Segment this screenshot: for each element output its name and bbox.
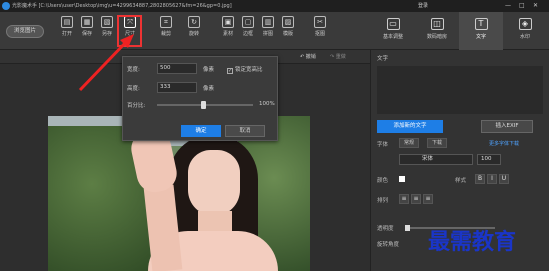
font-select[interactable]: 宋体	[399, 154, 473, 165]
title-bar: 光影魔术手 [C:\Users\user\Desktop\img\u=42996…	[0, 0, 549, 12]
align-left-icon[interactable]: ≡	[399, 194, 409, 204]
crop-button[interactable]: ⌗ 裁剪	[157, 16, 175, 37]
save-icon: ▦	[81, 16, 93, 28]
tab-basic-adjust-label: 基本调整	[382, 34, 403, 40]
opacity-slider-knob[interactable]	[405, 225, 410, 231]
undo-button[interactable]: ↶ 撤销	[300, 53, 316, 60]
insert-exif-button[interactable]: 插入EXIF	[481, 120, 533, 133]
color-swatch[interactable]	[399, 176, 405, 182]
collage-label: 拼图	[262, 31, 273, 37]
cutout-label: 抠图	[314, 31, 325, 37]
text-preview-box	[377, 66, 543, 114]
opacity-label: 透明度	[377, 226, 394, 232]
width-unit: 像素	[203, 67, 215, 73]
crop-label: 裁剪	[160, 31, 171, 37]
template-label: 模版	[282, 31, 293, 37]
browse-images-button[interactable]: 浏览图片	[6, 25, 44, 38]
close-icon[interactable]: ✕	[533, 2, 538, 9]
cutout-icon: ✂	[314, 16, 326, 28]
border-button[interactable]: ▢ 边框	[239, 16, 257, 37]
rotate-label: 旋转	[188, 31, 199, 37]
open-button[interactable]: ▤ 打开	[58, 16, 76, 37]
font-download-button[interactable]: 下载	[427, 138, 447, 148]
tab-text-label: 文字	[475, 34, 486, 40]
collage-icon: ▥	[262, 16, 274, 28]
border-label: 边框	[242, 31, 253, 37]
italic-button[interactable]: I	[487, 174, 497, 184]
material-button[interactable]: ▣ 素材	[219, 16, 237, 37]
adjust-icon: ▭	[386, 18, 400, 30]
percent-slider[interactable]	[157, 101, 253, 109]
font-regular-button[interactable]: 常规	[399, 138, 419, 148]
tab-darkroom[interactable]: ◫ 数码暗房	[415, 12, 459, 50]
height-label: 高度:	[127, 86, 140, 92]
save-as-icon: ▧	[101, 16, 113, 28]
checkbox-icon: ✓	[227, 68, 233, 74]
ok-button[interactable]: 确定	[181, 125, 221, 137]
color-label: 颜色	[377, 178, 389, 184]
tab-text[interactable]: T 文字	[459, 12, 503, 50]
watermark-text: 最需教育	[428, 229, 517, 255]
percent-label: 百分比:	[127, 103, 146, 109]
lock-aspect-checkbox[interactable]: ✓ 锁定宽高比	[227, 65, 263, 74]
watermark-icon: ◈	[518, 18, 532, 30]
tab-watermark[interactable]: ◈ 水印	[503, 12, 547, 50]
tab-watermark-label: 水印	[519, 34, 530, 40]
panel-header: 文字	[377, 56, 389, 62]
maximize-icon[interactable]: □	[519, 2, 525, 9]
login-link[interactable]: 登录	[418, 2, 428, 9]
template-icon: ▨	[282, 16, 294, 28]
font-label: 字体	[377, 142, 389, 148]
collage-button[interactable]: ▥ 拼图	[259, 16, 277, 37]
align-label: 排列	[377, 198, 389, 204]
width-label: 宽度:	[127, 67, 140, 73]
lock-aspect-label: 锁定宽高比	[235, 67, 263, 73]
percent-value: 100%	[259, 101, 275, 107]
align-right-icon[interactable]: ≡	[423, 194, 433, 204]
more-fonts-link[interactable]: 更多字体下载	[489, 140, 519, 147]
photo-face	[188, 150, 240, 216]
percent-slider-knob[interactable]	[201, 101, 207, 109]
app-logo-icon	[2, 2, 10, 10]
cutout-button[interactable]: ✂ 抠图	[311, 16, 329, 37]
style-label: 样式	[455, 178, 467, 184]
rotate-icon: ↻	[188, 16, 200, 28]
material-icon: ▣	[222, 16, 234, 28]
crop-icon: ⌗	[160, 16, 172, 28]
window-title: 光影魔术手 [C:\Users\user\Desktop\img\u=42996…	[12, 3, 232, 9]
open-label: 打开	[61, 31, 72, 37]
text-icon: T	[474, 18, 488, 30]
open-icon: ▤	[61, 16, 73, 28]
height-input[interactable]: 333	[157, 82, 197, 93]
rotate-angle-label: 旋转角度	[377, 242, 400, 248]
border-icon: ▢	[242, 16, 254, 28]
underline-button[interactable]: U	[499, 174, 509, 184]
add-text-button[interactable]: 添加新的文字	[377, 120, 443, 133]
tab-darkroom-label: 数码暗房	[426, 34, 447, 40]
minimize-icon[interactable]: —	[505, 2, 511, 9]
resize-dialog: 宽度: 500 像素 ✓ 锁定宽高比 高度: 333 像素 百分比: 100% 确…	[122, 56, 278, 141]
width-input[interactable]: 500	[157, 63, 197, 74]
align-center-icon[interactable]: ≡	[411, 194, 421, 204]
cancel-button[interactable]: 取消	[225, 125, 265, 137]
material-label: 素材	[222, 31, 233, 37]
tab-basic-adjust[interactable]: ▭ 基本调整	[371, 12, 415, 50]
darkroom-icon: ◫	[430, 18, 444, 30]
font-size-select[interactable]: 100	[477, 154, 501, 165]
rotate-button[interactable]: ↻ 旋转	[185, 16, 203, 37]
template-button[interactable]: ▨ 模版	[279, 16, 297, 37]
bold-button[interactable]: B	[475, 174, 485, 184]
redo-button[interactable]: ↷ 重做	[330, 53, 346, 60]
height-unit: 像素	[203, 86, 215, 92]
